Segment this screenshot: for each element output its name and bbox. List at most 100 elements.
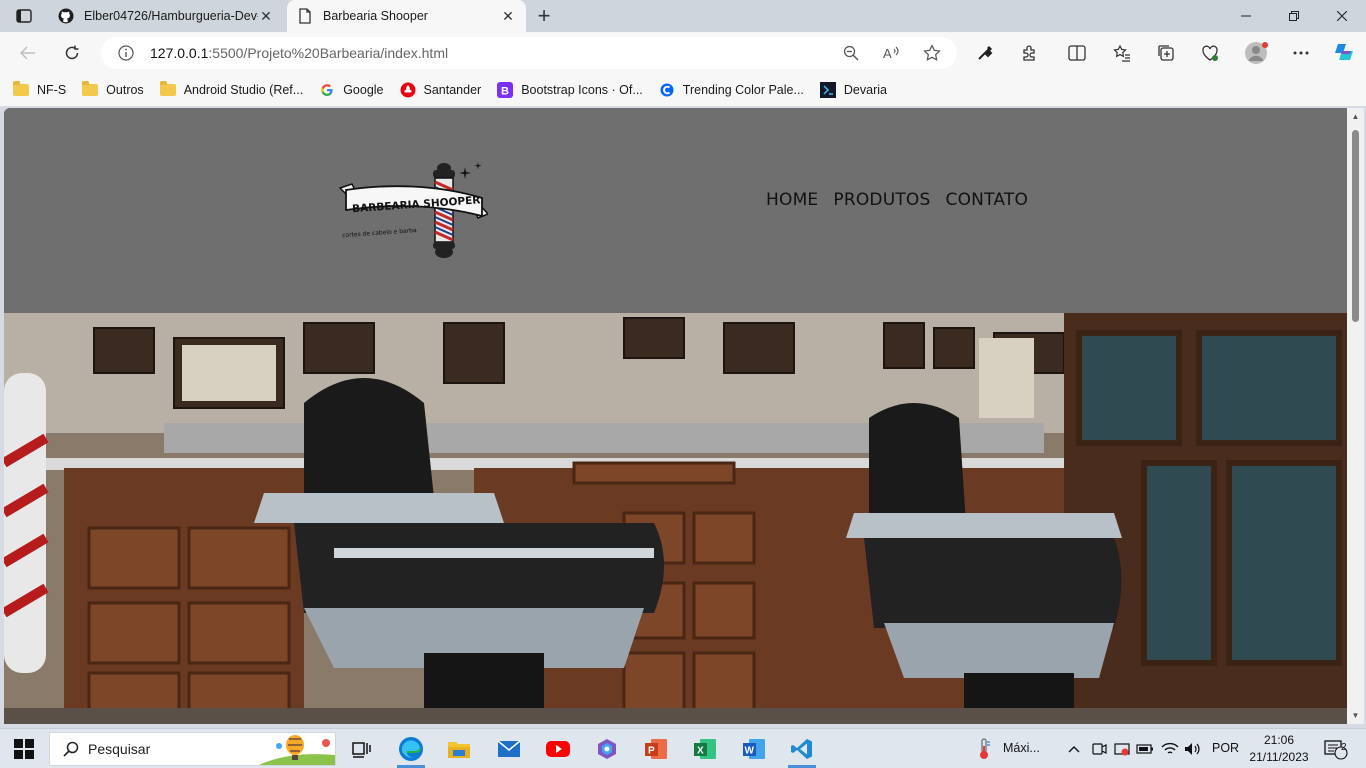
folder-icon [82, 81, 99, 98]
bookmark-label: Bootstrap Icons · Of... [521, 83, 643, 97]
windows-start-icon[interactable] [14, 739, 34, 759]
file-explorer-icon[interactable] [439, 733, 479, 765]
close-tab-icon[interactable]: ✕ [258, 8, 274, 24]
bookmark-devaria[interactable]: Devaria [819, 82, 887, 98]
restore-icon[interactable] [1270, 0, 1318, 32]
browser-toolbar: 127.0.0.1:5500/Projeto%20Barbearia/index… [0, 32, 1366, 74]
notification-count-badge: 2 [1341, 742, 1347, 753]
edge-browser-icon[interactable] [391, 733, 431, 768]
show-hidden-icons-chevron-icon[interactable] [1062, 733, 1086, 765]
url-host: 127.0.0.1 [150, 45, 209, 61]
github-icon [58, 8, 74, 24]
svg-text:B: B [501, 86, 509, 98]
split-screen-icon[interactable] [1067, 43, 1087, 63]
meet-now-icon[interactable] [1088, 733, 1110, 765]
page-scrollbar[interactable]: ▲ ▼ [1347, 108, 1364, 724]
tab-github[interactable]: Elber04726/Hamburgueria-Dev-C ✕ [48, 0, 284, 32]
notifications-icon[interactable]: 2 [1316, 733, 1356, 765]
bookmark-nf-s[interactable]: NF-S [13, 81, 66, 98]
browser-essentials-icon[interactable] [1200, 43, 1220, 63]
folder-icon [13, 81, 29, 98]
bookmark-label: Santander [423, 83, 482, 97]
collections-icon[interactable] [1156, 43, 1176, 63]
svg-text:A: A [883, 46, 892, 61]
favorite-star-icon[interactable] [922, 43, 942, 63]
taskbar-search-box[interactable]: Pesquisar [49, 732, 336, 766]
svg-text:W: W [745, 746, 755, 757]
refresh-icon[interactable] [58, 39, 86, 67]
hero-banner-image [4, 313, 1347, 724]
search-placeholder: Pesquisar [88, 741, 151, 757]
page-icon [297, 8, 313, 24]
nav-produtos-link[interactable]: PRODUTOS [833, 190, 930, 210]
santander-icon [400, 82, 416, 98]
wifi-icon[interactable] [1159, 733, 1181, 765]
mail-icon[interactable] [489, 733, 529, 765]
zoom-icon[interactable] [841, 43, 861, 63]
volume-icon[interactable] [1182, 733, 1204, 765]
back-icon[interactable] [14, 39, 42, 67]
language-indicator[interactable]: POR [1212, 741, 1239, 755]
site-info-icon[interactable] [116, 45, 136, 61]
favorites-icon[interactable] [1112, 43, 1132, 63]
bookmark-google[interactable]: Google [319, 82, 384, 98]
copilot-icon[interactable] [1333, 41, 1355, 63]
logo-subtitle-text: cortes de cabelo e barba [342, 227, 417, 239]
page-viewport: BARBEARIA SHOOPER cortes de cabelo e bar… [4, 108, 1347, 724]
bookmark-bootstrap-icons[interactable]: B Bootstrap Icons · Of... [497, 82, 643, 98]
window-controls [1222, 0, 1366, 32]
site-header: BARBEARIA SHOOPER cortes de cabelo e bar… [4, 108, 1347, 313]
bookmark-santander[interactable]: Santander [400, 82, 482, 98]
bootstrap-icon: B [497, 82, 514, 98]
url-path: :5500/Projeto%20Barbearia/index.html [208, 45, 449, 61]
site-logo[interactable]: BARBEARIA SHOOPER cortes de cabelo e bar… [338, 160, 490, 260]
tab-actions-icon[interactable] [8, 5, 40, 27]
tab-strip: Elber04726/Hamburgueria-Dev-C ✕ Barbeari… [0, 0, 1366, 32]
google-icon [319, 82, 335, 98]
security-icon[interactable] [1111, 733, 1133, 765]
copilot-taskbar-icon[interactable] [587, 733, 627, 765]
bookmarks-bar: NF-S Outros Android Studio (Ref... Googl… [0, 74, 1366, 106]
profile-avatar-icon[interactable] [1244, 40, 1270, 66]
main-nav: HOME PRODUTOS CONTATO [766, 190, 1028, 210]
nav-contato-link[interactable]: CONTATO [946, 190, 1029, 210]
windows-taskbar: Pesquisar P X W Máxi... POR 21:06 21/11/… [0, 728, 1366, 768]
weather-text[interactable]: Máxi... [1003, 741, 1040, 755]
close-tab-icon[interactable]: ✕ [500, 8, 516, 24]
clock-date: 21/11/2023 [1249, 750, 1309, 764]
scrollbar-thumb[interactable] [1352, 130, 1359, 322]
devaria-icon [819, 82, 836, 98]
bookmark-android-studio[interactable]: Android Studio (Ref... [159, 81, 304, 98]
minimize-icon[interactable] [1222, 0, 1270, 32]
youtube-icon[interactable] [538, 733, 578, 765]
extensions-icon[interactable] [1019, 43, 1039, 63]
url-text: 127.0.0.1:5500/Projeto%20Barbearia/index… [150, 45, 448, 61]
bookmark-label: Android Studio (Ref... [183, 83, 304, 97]
weather-thermometer-icon[interactable] [966, 733, 1002, 765]
more-options-icon[interactable] [1291, 43, 1311, 63]
excel-icon[interactable]: X [685, 733, 725, 765]
vscode-icon[interactable] [782, 733, 822, 768]
scroll-up-icon[interactable]: ▲ [1351, 112, 1360, 121]
read-aloud-icon[interactable]: A [882, 43, 902, 63]
task-view-icon[interactable] [341, 733, 381, 765]
new-tab-icon[interactable]: + [532, 3, 556, 28]
tab-title: Elber04726/Hamburgueria-Dev-C [84, 9, 258, 23]
nav-home-link[interactable]: HOME [766, 190, 818, 210]
svg-text:X: X [697, 746, 704, 757]
tab-title: Barbearia Shooper [323, 9, 428, 23]
bookmark-outros[interactable]: Outros [82, 81, 144, 98]
address-bar[interactable]: 127.0.0.1:5500/Projeto%20Barbearia/index… [101, 37, 957, 69]
bookmark-label: Devaria [843, 83, 887, 97]
coolors-icon [659, 82, 675, 98]
clock[interactable]: 21:06 21/11/2023 [1248, 732, 1310, 766]
bookmark-coolors[interactable]: Trending Color Pale... [659, 82, 804, 98]
tab-barbearia[interactable]: Barbearia Shooper ✕ [287, 0, 526, 32]
eyedropper-icon[interactable] [975, 43, 995, 63]
word-icon[interactable]: W [734, 733, 774, 765]
powerpoint-icon[interactable]: P [636, 733, 676, 765]
close-window-icon[interactable] [1318, 0, 1366, 32]
folder-icon [159, 81, 176, 98]
battery-icon[interactable] [1134, 733, 1156, 765]
scroll-down-icon[interactable]: ▼ [1351, 711, 1360, 720]
